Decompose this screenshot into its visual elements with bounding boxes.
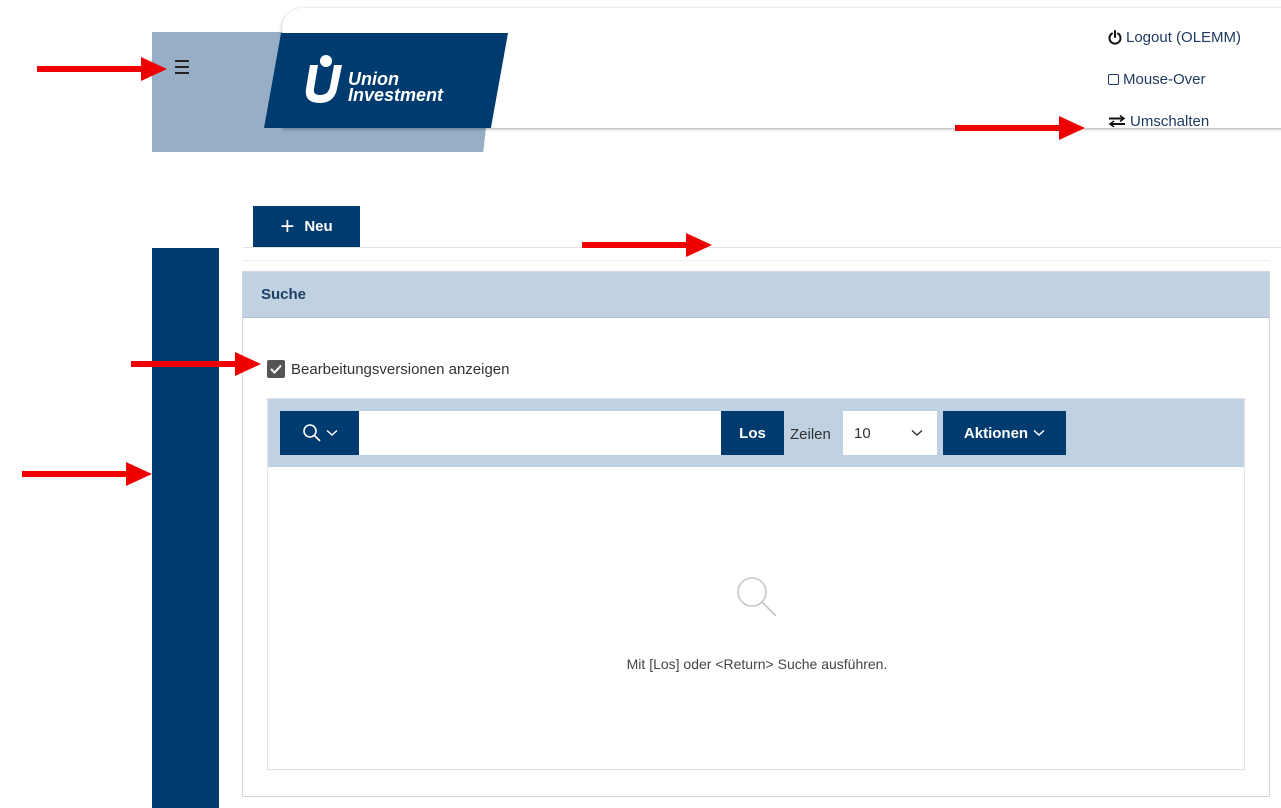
show-versions-checkbox[interactable] [267, 360, 285, 378]
logout-label: Logout (OLEMM) [1126, 28, 1242, 46]
show-versions-row: Bearbeitungsversionen anzeigen [267, 360, 510, 378]
divider [243, 247, 1281, 248]
rows-value: 10 [854, 424, 871, 442]
logo-u-icon [305, 55, 342, 103]
actions-label: Aktionen [963, 424, 1029, 442]
search-input[interactable] [359, 411, 721, 455]
logo-text: Union Investment [348, 69, 444, 105]
search-panel: Suche Bearbeitungsversionen anzeigen Los… [242, 271, 1270, 797]
chevron-down-icon [911, 429, 923, 436]
chevron-down-icon [325, 429, 338, 437]
checkbox-icon [1108, 73, 1119, 85]
union-investment-logo[interactable]: Union Investment [264, 33, 508, 128]
checkmark-icon [270, 364, 282, 374]
chevron-down-icon [1033, 429, 1045, 437]
new-button[interactable]: + Neu [253, 206, 360, 247]
actions-button[interactable]: Aktionen [943, 411, 1066, 455]
sidebar-strip [152, 248, 219, 808]
search-results-box: Los Zeilen 10 Aktionen Mit [Los] oder <R… [267, 398, 1245, 770]
hamburger-icon[interactable] [175, 60, 189, 74]
rows-label: Zeilen [790, 426, 831, 443]
new-button-label: Neu [304, 218, 333, 235]
plus-icon: + [280, 212, 295, 240]
logout-link[interactable]: Logout (OLEMM) [1108, 28, 1241, 46]
search-icon [302, 424, 321, 442]
search-icon [737, 577, 777, 617]
mouse-over-label: Mouse-Over [1123, 70, 1206, 88]
app-window: Union Investment Logout (OLEMM) Mouse-Ov… [0, 0, 1281, 808]
annotation-arrow [22, 462, 152, 486]
annotation-arrow [37, 57, 167, 81]
annotation-arrow [131, 352, 261, 376]
annotation-arrow [582, 233, 712, 257]
rows-select[interactable]: 10 [843, 411, 937, 455]
go-button[interactable]: Los [721, 411, 784, 455]
switch-link[interactable]: Umschalten [1108, 112, 1209, 130]
mouse-over-toggle[interactable]: Mouse-Over [1108, 70, 1206, 88]
divider [243, 260, 1270, 261]
search-panel-title: Suche [243, 272, 1269, 318]
show-versions-label: Bearbeitungsversionen anzeigen [291, 360, 510, 378]
power-icon [1108, 29, 1122, 45]
search-toolbar: Los Zeilen 10 Aktionen [268, 399, 1244, 467]
empty-state-message: Mit [Los] oder <Return> Suche ausführen. [626, 656, 888, 672]
switch-arrows-icon [1108, 115, 1126, 127]
switch-label: Umschalten [1130, 112, 1210, 130]
search-options-button[interactable] [280, 411, 359, 455]
annotation-arrow [955, 116, 1085, 140]
